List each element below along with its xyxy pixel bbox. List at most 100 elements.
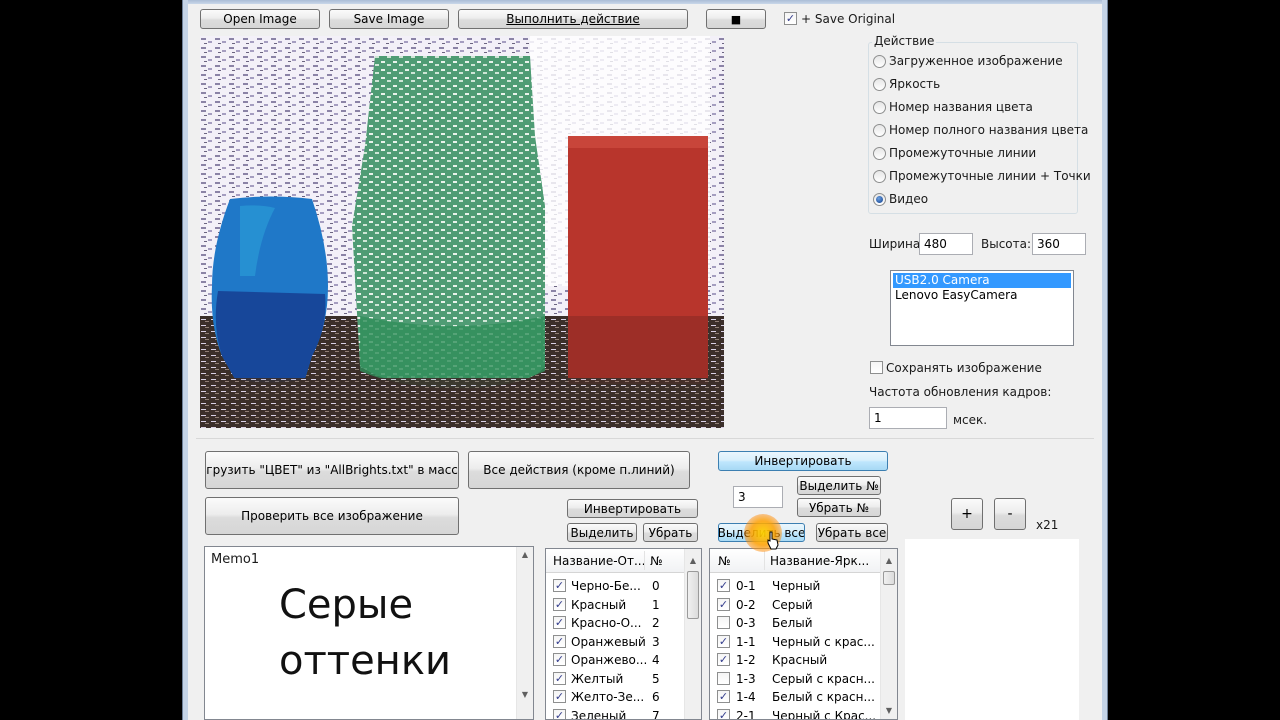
radio-brightness-label: Яркость xyxy=(889,77,941,91)
table-row[interactable]: ✓ Желто-Зе... 6 xyxy=(546,688,684,706)
radio-full-color-name-number[interactable] xyxy=(873,124,886,137)
stop-button[interactable]: ■ xyxy=(706,9,766,29)
camera-item[interactable]: Lenovo EasyCamera xyxy=(893,288,1071,303)
row-checkbox[interactable] xyxy=(717,616,730,629)
radio-video-label: Видео xyxy=(889,192,929,206)
row-checkbox[interactable]: ✓ xyxy=(717,653,730,666)
memo-title: Memo1 xyxy=(211,552,260,567)
radio-loaded-image-label: Загруженное изображение xyxy=(889,54,1063,68)
row-checkbox[interactable]: ✓ xyxy=(553,690,566,703)
save-image-button[interactable]: Save Image xyxy=(329,9,449,29)
radio-intermediate-lines[interactable] xyxy=(873,147,886,160)
color-names-grid[interactable]: Название-От... № ✓ Черно-Бе... 0 ✓ Красный 1 ✓… xyxy=(545,548,702,720)
width-input[interactable]: 480 xyxy=(919,233,973,255)
column-header-number[interactable]: № xyxy=(650,554,662,568)
table-row[interactable]: ✓ 2-1 Черный с Крас... xyxy=(710,707,880,719)
divider xyxy=(196,438,1094,439)
scroll-down-icon[interactable]: ▼ xyxy=(517,687,533,703)
remove-number-button[interactable]: Убрать № xyxy=(797,498,881,517)
open-image-button[interactable]: Open Image xyxy=(200,9,320,29)
brightness-names-grid[interactable]: № Название-Ярк... ✓ 0-1 Черный ✓ 0-2 Серый 0-3… xyxy=(709,548,898,720)
invert-left-button[interactable]: Инвертировать xyxy=(567,499,698,518)
save-original-checkbox[interactable]: ✓ xyxy=(784,12,797,25)
radio-loaded-image[interactable] xyxy=(873,55,886,68)
column-header-name[interactable]: Название-Ярк... xyxy=(770,554,869,568)
radio-color-name-number[interactable] xyxy=(873,101,886,114)
table-row[interactable]: ✓ 1-4 Белый с красн... xyxy=(710,688,880,706)
scroll-up-icon[interactable]: ▲ xyxy=(881,553,897,569)
zoom-in-button[interactable]: + xyxy=(951,498,983,530)
column-header-number[interactable]: № xyxy=(718,554,730,568)
radio-intermediate-lines-points[interactable] xyxy=(873,170,886,183)
radio-full-color-name-number-label: Номер полного названия цвета xyxy=(889,123,1089,137)
scroll-thumb[interactable] xyxy=(883,571,895,585)
row-checkbox[interactable]: ✓ xyxy=(553,634,566,648)
table-row[interactable]: 0-3 Белый xyxy=(710,614,880,632)
cell-number: 1-3 xyxy=(736,671,756,686)
all-actions-button[interactable]: Все действия (кроме п.линий) xyxy=(468,451,690,489)
row-checkbox[interactable]: ✓ xyxy=(553,579,566,592)
table-row[interactable]: ✓ Черно-Бе... 0 xyxy=(546,577,684,595)
row-checkbox[interactable]: ✓ xyxy=(717,634,730,648)
table-row[interactable]: ✓ Оранжево... 4 xyxy=(546,651,684,669)
row-checkbox[interactable]: ✓ xyxy=(717,690,730,703)
table-row[interactable]: ✓ Желтый 5 xyxy=(546,670,684,688)
row-checkbox[interactable]: ✓ xyxy=(553,653,566,666)
scroll-up-icon[interactable]: ▲ xyxy=(517,547,533,563)
cell-number: 5 xyxy=(652,671,660,686)
cell-number: 0-3 xyxy=(736,616,756,630)
scroll-down-icon[interactable]: ▼ xyxy=(881,703,897,719)
select-number-button[interactable]: Выделить № xyxy=(797,476,881,495)
scroll-up-icon[interactable]: ▲ xyxy=(685,553,701,569)
number-input[interactable]: 3 xyxy=(733,486,783,508)
pointer-cursor-icon xyxy=(767,531,779,550)
perform-action-button[interactable]: Выполнить действие xyxy=(458,9,688,29)
row-checkbox[interactable]: ✓ xyxy=(553,616,566,629)
cell-brightness-name: Красный xyxy=(772,653,828,667)
row-checkbox[interactable] xyxy=(717,671,730,685)
row-checkbox[interactable]: ✓ xyxy=(717,597,730,611)
table-row[interactable]: ✓ 0-2 Серый xyxy=(710,596,880,614)
radio-color-name-number-label: Номер названия цвета xyxy=(889,100,1033,114)
table-row[interactable]: 1-3 Серый с красн... xyxy=(710,670,880,688)
row-checkbox[interactable]: ✓ xyxy=(717,708,730,719)
frame-rate-input[interactable]: 1 xyxy=(869,407,947,429)
cell-color-name: Желто-Зе... xyxy=(571,690,645,704)
radio-video[interactable] xyxy=(873,193,886,206)
table-row[interactable]: ✓ Зеленый 7 xyxy=(546,707,684,719)
table-row[interactable]: ✓ Оранжевый 3 xyxy=(546,633,684,651)
cell-number: 6 xyxy=(652,690,660,704)
memo-scrollbar[interactable]: ▲ ▼ xyxy=(516,547,533,719)
radio-brightness[interactable] xyxy=(873,78,886,91)
load-color-button[interactable]: Загрузить "ЦВЕТ" из "AllBrights.txt" в м… xyxy=(205,451,459,489)
remove-left-button[interactable]: Убрать xyxy=(643,523,698,542)
memo-box[interactable]: Memo1 Серые оттенки ▲ ▼ xyxy=(204,546,534,720)
row-checkbox[interactable]: ✓ xyxy=(553,597,566,611)
row-checkbox[interactable]: ✓ xyxy=(553,671,566,685)
cell-color-name: Оранжевый xyxy=(571,634,646,649)
cell-number: 1-1 xyxy=(736,634,756,649)
row-checkbox[interactable]: ✓ xyxy=(553,708,566,719)
table-row[interactable]: ✓ 1-1 Черный с крас... xyxy=(710,633,880,651)
camera-listbox[interactable]: USB2.0 Camera Lenovo EasyCamera xyxy=(890,270,1074,346)
camera-item[interactable]: USB2.0 Camera xyxy=(893,273,1071,288)
cell-color-name: Красный xyxy=(571,597,627,612)
table-row[interactable]: ✓ 0-1 Черный xyxy=(710,577,880,595)
check-all-image-button[interactable]: Проверить все изображение xyxy=(205,497,459,535)
memo-text: Серые оттенки xyxy=(279,582,451,684)
select-left-button[interactable]: Выделить xyxy=(567,523,637,542)
save-image-checkbox[interactable] xyxy=(870,361,883,374)
grid-scrollbar[interactable]: ▲ xyxy=(684,549,701,719)
table-row[interactable]: ✓ Красный 1 xyxy=(546,596,684,614)
remove-all-button[interactable]: Убрать все xyxy=(816,523,888,542)
frame-rate-label: Частота обновления кадров: xyxy=(869,385,1052,399)
zoom-out-button[interactable]: - xyxy=(994,498,1026,530)
invert-all-button[interactable]: Инвертировать xyxy=(718,451,888,471)
height-input[interactable]: 360 xyxy=(1032,233,1086,255)
table-row[interactable]: ✓ Красно-О... 2 xyxy=(546,614,684,632)
grid-scrollbar[interactable]: ▲ ▼ xyxy=(880,549,897,719)
row-checkbox[interactable]: ✓ xyxy=(717,579,730,592)
scroll-thumb[interactable] xyxy=(687,571,699,619)
table-row[interactable]: ✓ 1-2 Красный xyxy=(710,651,880,669)
column-header-name[interactable]: Название-От... xyxy=(553,554,645,568)
